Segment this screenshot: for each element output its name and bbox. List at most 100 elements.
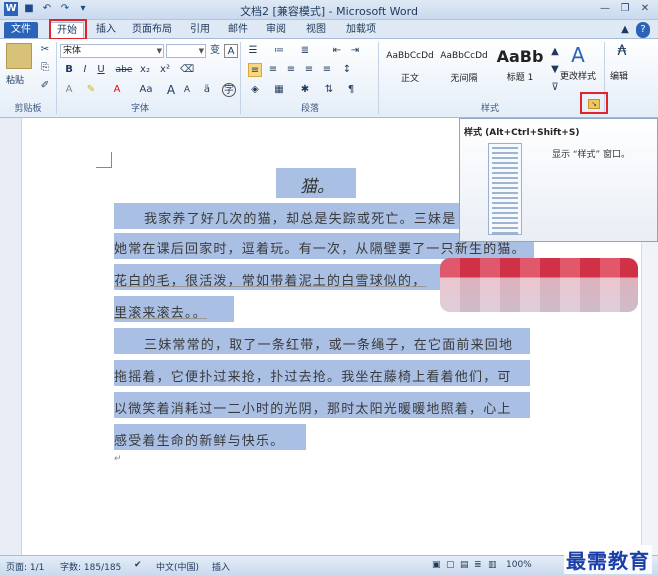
cut-icon[interactable]: ✂	[38, 43, 52, 57]
find-icon[interactable]: ₳	[612, 43, 632, 67]
paste-icon[interactable]	[6, 43, 32, 69]
show-marks-icon[interactable]: ¶	[344, 83, 358, 97]
style-normal[interactable]: AaBbCcDd 正文	[384, 43, 436, 95]
view-outline-icon[interactable]: ≣	[474, 560, 482, 570]
status-bar: 页面: 1/1 字数: 185/185 ✔ 中文(中国) 插入 ▣ ▢ ▤ ≣ …	[0, 555, 658, 576]
increase-indent-icon[interactable]: ⇥	[348, 44, 362, 58]
tooltip-description: 显示 “样式” 窗口。	[552, 150, 631, 160]
font-size-combo[interactable]: ▼	[166, 44, 206, 58]
subscript-button[interactable]: x₂	[138, 63, 152, 77]
help-icon[interactable]: ?	[636, 22, 650, 38]
chevron-down-icon: ▼	[198, 47, 204, 55]
close-icon[interactable]: ✕	[636, 2, 654, 16]
tab-view[interactable]: 视图	[302, 22, 330, 38]
enclose-char-icon[interactable]: 字	[222, 83, 236, 97]
tab-file[interactable]: 文件	[4, 22, 38, 38]
phonetic-guide-icon[interactable]: ä	[200, 83, 214, 97]
underline-button[interactable]: U	[94, 63, 108, 77]
style-sample: AaBb	[496, 47, 544, 66]
superscript-button[interactable]: x²	[158, 63, 172, 77]
strikethrough-button[interactable]: abe	[114, 63, 134, 77]
styles-group-label: 样式	[480, 104, 499, 114]
font-name-value: 宋体	[63, 46, 82, 56]
paste-button[interactable]: 粘贴	[6, 73, 24, 86]
style-heading-1[interactable]: AaBb 标题 1	[494, 43, 546, 95]
style-name: 标题 1	[506, 73, 534, 83]
tab-review[interactable]: 审阅	[262, 22, 290, 38]
customize-qat-icon[interactable]: ▾	[76, 2, 90, 16]
tab-references[interactable]: 引用	[186, 22, 214, 38]
borders-icon[interactable]: ▦	[272, 83, 286, 97]
style-no-spacing[interactable]: AaBbCcDd 无间隔	[438, 43, 490, 95]
change-styles-button[interactable]: 更改样式	[560, 69, 596, 82]
view-web-icon[interactable]: ▤	[460, 560, 469, 570]
change-styles-icon[interactable]: A	[566, 43, 590, 67]
format-painter-icon[interactable]: ✐	[38, 79, 52, 93]
styles-scroll-up-icon[interactable]: ▲	[548, 45, 562, 59]
view-fullscreen-icon[interactable]: ▢	[446, 560, 455, 570]
numbering-icon[interactable]: ≔	[272, 44, 286, 58]
distributed-icon[interactable]: ≡	[320, 63, 334, 77]
bold-button[interactable]: B	[62, 63, 76, 77]
align-center-icon[interactable]: ≡	[266, 63, 280, 77]
document-line: 以微笑着消耗过一二小时的光阴，那时太阳光暖暖地照着，心上	[114, 402, 512, 417]
style-name: 无间隔	[450, 74, 478, 84]
copy-icon[interactable]: ⎘	[38, 61, 52, 75]
zoom-level[interactable]: 100%	[506, 560, 532, 570]
italic-button[interactable]: I	[78, 63, 92, 77]
chinese-layout-icon[interactable]: ✱	[298, 83, 312, 97]
language-status[interactable]: 中文(中国)	[156, 560, 199, 573]
font-group-label: 字体	[130, 104, 149, 114]
page-count[interactable]: 页面: 1/1	[6, 560, 44, 573]
minimize-icon[interactable]: —	[596, 2, 614, 16]
tab-addins[interactable]: 加载项	[342, 22, 380, 38]
editing-button[interactable]: 编辑	[610, 69, 628, 82]
document-line: 感受着生命的新鲜与快乐。	[114, 434, 285, 449]
text-effects-icon[interactable]: A	[62, 83, 76, 97]
clipboard-group-label: 剪贴板	[14, 104, 42, 114]
tab-insert[interactable]: 插入	[92, 22, 120, 38]
styles-more-icon[interactable]: ⊽	[548, 81, 562, 95]
vertical-scrollbar[interactable]	[641, 240, 658, 555]
window-title: 文档2 [兼容模式] - Microsoft Word	[240, 5, 418, 18]
char-border-icon[interactable]: A	[224, 44, 238, 58]
redacted-area-pattern	[440, 258, 638, 312]
tab-mailings[interactable]: 邮件	[224, 22, 252, 38]
justify-icon[interactable]: ≡	[302, 63, 316, 77]
font-name-combo[interactable]: 宋体 ▼	[60, 44, 164, 58]
tab-home[interactable]: 开始	[50, 22, 84, 38]
ribbon-tabs: 文件 开始 插入 页面布局 引用 邮件 审阅 视图 加载项 ▲ ?	[0, 20, 658, 39]
shrink-font-button[interactable]: A	[180, 83, 194, 97]
change-case-button[interactable]: Aa	[136, 83, 156, 97]
paragraph-group-label: 段落	[300, 104, 319, 114]
document-line: 我家养了好几次的猫，却总是失踪或死亡。三妹是	[144, 212, 457, 227]
highlight-color-icon[interactable]: ✎	[84, 83, 98, 97]
decrease-indent-icon[interactable]: ⇤	[330, 44, 344, 58]
paragraph-mark-icon: ↵	[114, 454, 122, 464]
sort-icon[interactable]: ⇅	[322, 83, 336, 97]
view-draft-icon[interactable]: ▥	[488, 560, 497, 570]
line-spacing-icon[interactable]: ↕	[340, 63, 354, 77]
grow-font-icon[interactable]: 变	[208, 44, 222, 58]
word-count[interactable]: 字数: 185/185	[60, 560, 121, 573]
insert-mode[interactable]: 插入	[212, 560, 230, 573]
styles-dialog-launcher-icon[interactable]: ↘	[588, 99, 600, 109]
restore-icon[interactable]: ❐	[616, 2, 634, 16]
tab-page-layout[interactable]: 页面布局	[128, 22, 176, 38]
redo-icon[interactable]: ↷	[58, 2, 72, 16]
font-color-icon[interactable]: A	[110, 83, 124, 97]
undo-icon[interactable]: ↶	[40, 2, 54, 16]
grow-font-button[interactable]: A	[164, 83, 178, 97]
shading-icon[interactable]: ◈	[248, 83, 262, 97]
ribbon: 粘贴 ✂ ⎘ ✐ 剪贴板 宋体 ▼ ▼ 变 A B I U abe x₂ x² ⌫…	[0, 39, 658, 118]
word-logo-icon: W	[4, 2, 18, 16]
align-left-icon[interactable]: ≡	[248, 63, 262, 77]
proofing-icon[interactable]: ✔	[134, 560, 142, 570]
bullets-icon[interactable]: ☰	[246, 44, 260, 58]
align-right-icon[interactable]: ≡	[284, 63, 298, 77]
multilevel-list-icon[interactable]: ≣	[298, 44, 312, 58]
clear-format-icon[interactable]: ⌫	[180, 63, 194, 77]
ribbon-collapse-icon[interactable]: ▲	[618, 22, 632, 38]
save-icon[interactable]: ■	[22, 2, 36, 16]
view-print-layout-icon[interactable]: ▣	[432, 560, 441, 570]
